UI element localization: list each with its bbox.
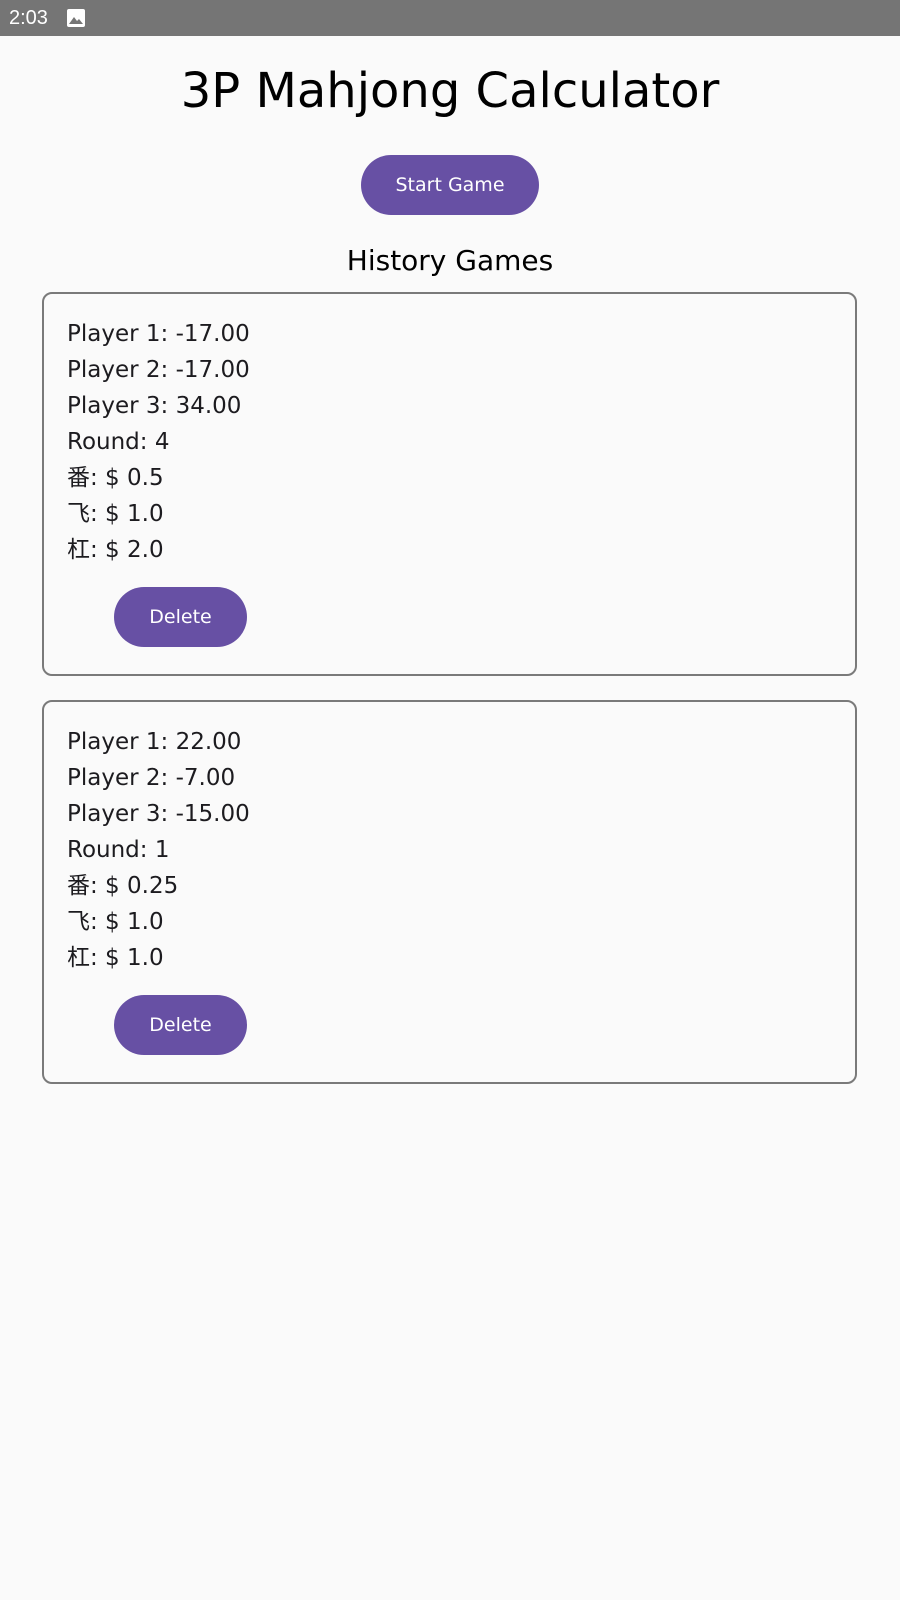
start-game-button[interactable]: Start Game bbox=[361, 155, 539, 215]
delete-game-button[interactable]: Delete bbox=[114, 587, 247, 647]
page-title: 3P Mahjong Calculator bbox=[180, 63, 720, 119]
player-3-score: Player 3: -15.00 bbox=[67, 801, 250, 827]
history-game-card: Player 1: -17.00 Player 2: -17.00 Player… bbox=[42, 292, 857, 676]
round-count: Round: 1 bbox=[67, 837, 170, 863]
player-2-score: Player 2: -17.00 bbox=[67, 357, 250, 383]
status-bar: 2:03 bbox=[0, 0, 900, 36]
player-3-score: Player 3: 34.00 bbox=[67, 393, 242, 419]
fan-rate: 番: $ 0.25 bbox=[67, 873, 179, 899]
fan-rate: 番: $ 0.5 bbox=[67, 465, 164, 491]
round-count: Round: 4 bbox=[67, 429, 170, 455]
image-icon bbox=[66, 8, 86, 28]
player-1-score: Player 1: 22.00 bbox=[67, 729, 242, 755]
fei-rate: 飞: $ 1.0 bbox=[67, 909, 164, 935]
gang-rate: 杠: $ 1.0 bbox=[67, 945, 164, 971]
status-time: 2:03 bbox=[9, 7, 48, 29]
delete-game-button[interactable]: Delete bbox=[114, 995, 247, 1055]
player-2-score: Player 2: -7.00 bbox=[67, 765, 236, 791]
history-games-heading: History Games bbox=[346, 244, 554, 277]
gang-rate: 杠: $ 2.0 bbox=[67, 537, 164, 563]
fei-rate: 飞: $ 1.0 bbox=[67, 501, 164, 527]
player-1-score: Player 1: -17.00 bbox=[67, 321, 250, 347]
history-game-card: Player 1: 22.00 Player 2: -7.00 Player 3… bbox=[42, 700, 857, 1084]
